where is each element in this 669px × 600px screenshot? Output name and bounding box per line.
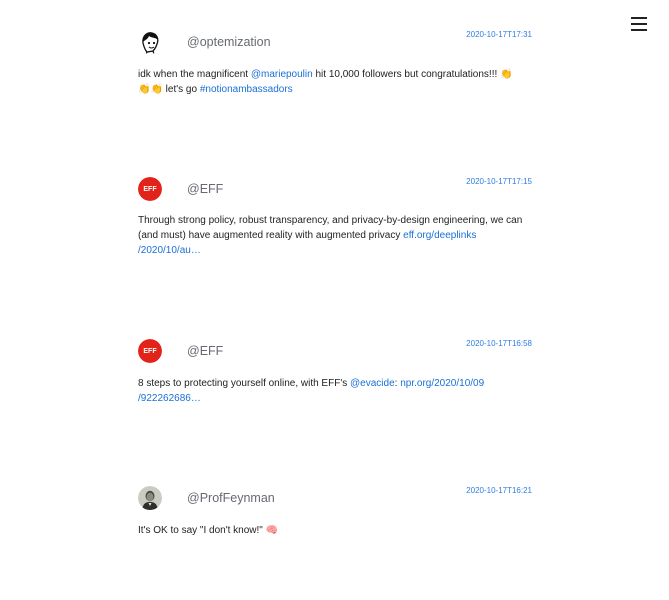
tweet-card: @optemization 2020-10-17T17:31 idk when … <box>138 30 532 97</box>
url-link[interactable]: npr.org/2020/10/09 <box>400 378 484 389</box>
tweet-text-segment: idk when the magnificent <box>138 69 251 80</box>
url-link[interactable]: /922262686… <box>138 393 201 404</box>
tweet-text: Through strong policy, robust transparen… <box>138 213 532 258</box>
tweet-header: @ProfFeynman 2020-10-17T16:21 <box>138 486 532 514</box>
tweet-text-segment: hit 10,000 followers but congratulations… <box>312 69 501 80</box>
tweet-header: @optemization 2020-10-17T17:31 <box>138 30 532 58</box>
clapping-hands-icon: 👏 <box>500 69 513 80</box>
eff-logo-icon: EFF <box>138 177 162 201</box>
mention-link[interactable]: @mariepoulin <box>251 69 313 80</box>
tweet-handle[interactable]: @optemization <box>187 35 271 49</box>
clapping-hands-icon: 👏 <box>138 84 151 95</box>
tweet-card: @ProfFeynman 2020-10-17T16:21 It's OK to… <box>138 486 532 538</box>
tweet-handle[interactable]: @ProfFeynman <box>187 491 275 505</box>
mention-link[interactable]: @evacide <box>350 378 395 389</box>
portrait-photo-avatar-icon <box>138 486 162 510</box>
avatar[interactable] <box>138 486 162 510</box>
eff-logo-icon: EFF <box>138 339 162 363</box>
avatar[interactable]: EFF <box>138 339 162 363</box>
tweet-card: EFF @EFF 2020-10-17T16:58 8 steps to pro… <box>138 339 532 406</box>
tweet-card: EFF @EFF 2020-10-17T17:15 Through strong… <box>138 177 532 258</box>
tweet-text-segment: It's OK to say "I don't know!" <box>138 525 266 536</box>
feed-page: @optemization 2020-10-17T17:31 idk when … <box>0 0 669 600</box>
tweet-timestamp[interactable]: 2020-10-17T17:15 <box>466 177 532 186</box>
eff-logo-text: EFF <box>143 348 157 355</box>
tweet-text: 8 steps to protecting yourself online, w… <box>138 376 532 406</box>
tweet-timestamp[interactable]: 2020-10-17T16:58 <box>466 339 532 348</box>
tweet-handle[interactable]: @EFF <box>187 182 223 196</box>
tweet-timestamp[interactable]: 2020-10-17T17:31 <box>466 30 532 39</box>
tweet-handle[interactable]: @EFF <box>187 344 223 358</box>
tweet-text-segment: 8 steps to protecting yourself online, w… <box>138 378 351 389</box>
tweet-header: EFF @EFF 2020-10-17T17:15 <box>138 177 532 205</box>
avatar[interactable] <box>138 30 162 54</box>
cartoon-face-avatar-icon <box>138 30 162 54</box>
tweet-header: EFF @EFF 2020-10-17T16:58 <box>138 339 532 367</box>
tweet-text: idk when the magnificent @mariepoulin hi… <box>138 67 532 97</box>
avatar[interactable]: EFF <box>138 177 162 201</box>
brain-icon: 🧠 <box>265 525 279 536</box>
tweet-text: It's OK to say "I don't know!" 🧠 <box>138 523 532 538</box>
tweet-text-segment: let's go <box>162 84 200 95</box>
eff-logo-text: EFF <box>143 186 157 193</box>
tweet-timestamp[interactable]: 2020-10-17T16:21 <box>466 486 532 495</box>
url-link[interactable]: eff.org/deeplinks <box>403 230 476 241</box>
hamburger-menu-icon[interactable] <box>631 17 647 31</box>
clapping-hands-icon: 👏 <box>150 84 163 95</box>
url-link[interactable]: /2020/10/au… <box>138 245 201 256</box>
hashtag-link[interactable]: #notionambassadors <box>200 84 293 95</box>
